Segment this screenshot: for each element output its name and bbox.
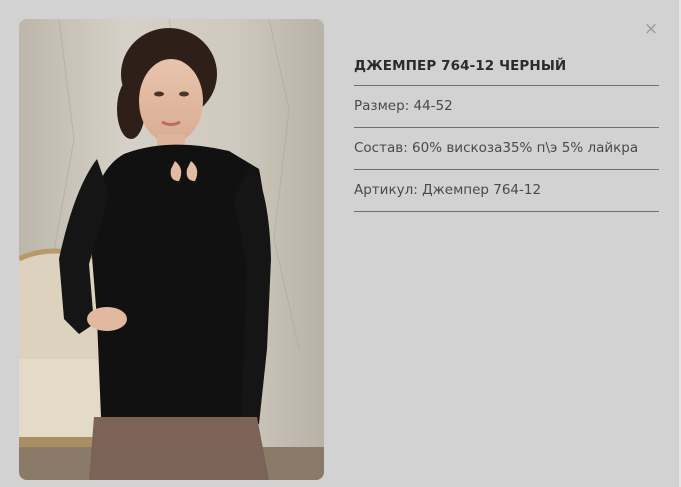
article-label: Артикул:: [354, 182, 418, 198]
article-value: Джемпер 764-12: [422, 182, 542, 198]
product-info: ДЖЕМПЕР 764-12 ЧЕРНЫЙ Размер: 44-52 Сост…: [354, 48, 659, 212]
size-row: Размер: 44-52: [354, 86, 659, 128]
composition-value: 60% вискоза35% п\э 5% лайкра: [412, 140, 639, 156]
article-row: Артикул: Джемпер 764-12: [354, 170, 659, 212]
product-quickview-modal: × ДЖЕМПЕР 764-12 ЧЕРНЫЙ Размер: 44-52 Со…: [0, 0, 681, 487]
size-value: 44-52: [413, 98, 453, 114]
close-button[interactable]: ×: [641, 19, 661, 39]
composition-label: Состав:: [354, 140, 408, 156]
composition-row: Состав: 60% вискоза35% п\э 5% лайкра: [354, 128, 659, 170]
product-photo: [19, 19, 324, 480]
product-title: ДЖЕМПЕР 764-12 ЧЕРНЫЙ: [354, 48, 659, 86]
close-icon: ×: [643, 19, 659, 39]
size-label: Размер:: [354, 98, 410, 114]
